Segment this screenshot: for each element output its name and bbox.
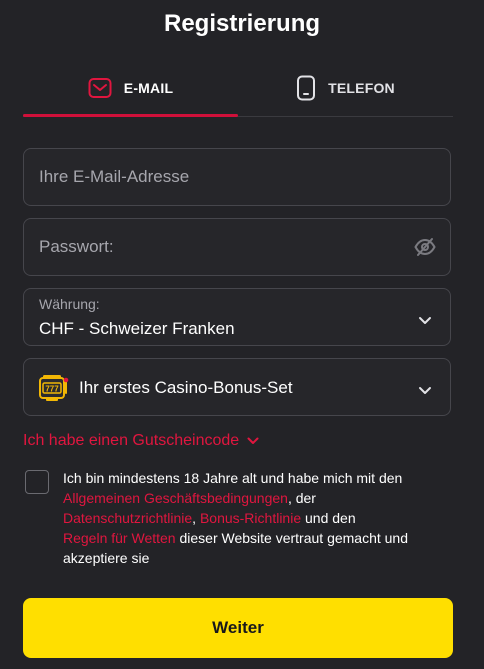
tab-email[interactable]: E-MAIL [23,64,238,112]
terms-checkbox[interactable] [25,470,49,494]
bonus-select[interactable]: 777 Ihr erstes Casino-Bonus-Set [23,358,451,416]
terms-text-part: Ich bin mindestens 18 Jahre alt und habe… [63,470,403,486]
active-tab-indicator [23,114,238,117]
phone-icon [296,75,316,101]
terms-text: Ich bin mindestens 18 Jahre alt und habe… [63,468,463,568]
currency-select[interactable]: Währung: CHF - Schweizer Franken [23,288,451,346]
tab-phone-label: TELEFON [328,80,395,96]
terms-link-betting-rules[interactable]: Regeln für Wetten [63,530,176,546]
login-method-tabs: E-MAIL TELEFON [23,64,453,118]
eye-off-icon[interactable] [414,237,436,262]
terms-link-bonus[interactable]: Bonus-Richtlinie [200,510,301,526]
currency-label: Währung: [39,296,100,312]
page-title: Registrierung [163,10,321,37]
terms-text-part: und den [301,510,356,526]
tab-phone[interactable]: TELEFON [238,64,453,112]
voucher-label: Ich habe einen Gutscheincode [23,432,240,449]
terms-link-privacy[interactable]: Datenschutzrichtlinie [63,510,192,526]
terms-text-part: , der [287,490,316,506]
password-field[interactable] [24,219,450,275]
currency-value: CHF - Schweizer Franken [39,319,235,338]
email-field-wrapper [23,148,451,206]
email-field[interactable] [24,149,450,205]
bonus-value: Ihr erstes Casino-Bonus-Set [79,378,293,397]
chevron-down-icon [247,437,259,445]
envelope-icon [88,77,112,99]
chevron-down-icon [418,382,432,400]
submit-button[interactable]: Weiter [23,598,453,658]
terms-link-agb[interactable]: Allgemeinen Geschäftsbedingungen [63,490,288,506]
voucher-toggle[interactable]: Ich habe einen Gutscheincode [23,432,259,450]
chevron-down-icon [418,312,432,330]
svg-text:777: 777 [45,385,59,394]
tab-email-label: E-MAIL [123,80,174,96]
terms-text-part: , [192,510,200,526]
password-field-wrapper [23,218,451,276]
slot-machine-icon: 777 [38,373,70,408]
